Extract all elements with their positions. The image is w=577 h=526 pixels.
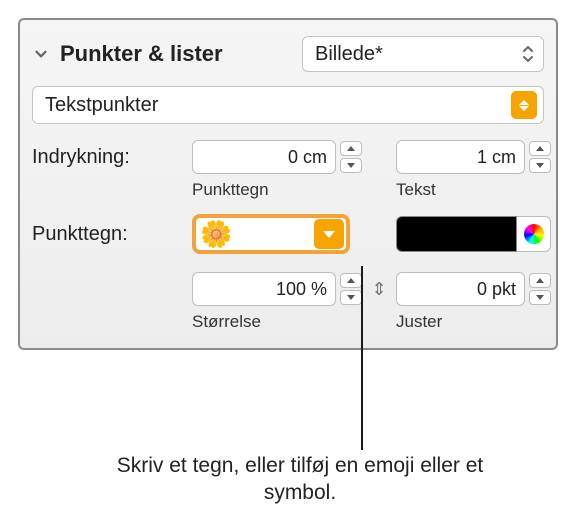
size-value[interactable]: 100 % (192, 272, 336, 306)
align-stepper[interactable]: 0 pkt (396, 272, 551, 306)
bullets-lists-panel: Punkter & lister Billede* Tekstpunkter I… (18, 18, 558, 350)
bullet-indent-sublabel: Punkttegn (192, 178, 362, 200)
indent-label: Indrykning: (32, 146, 184, 169)
stepper-up-button[interactable] (529, 141, 551, 156)
list-style-value: Billede* (315, 43, 383, 66)
text-indent-sublabel: Tekst (396, 178, 551, 200)
size-sublabel: Størrelse (192, 310, 362, 332)
size-stepper[interactable]: 100 % (192, 272, 362, 306)
bullet-color-well[interactable] (396, 216, 551, 252)
disclosure-chevron-icon[interactable] (32, 45, 50, 63)
stepper-down-button[interactable] (340, 158, 362, 173)
vertical-resize-icon: ⇕ (370, 279, 388, 300)
stepper-up-button[interactable] (340, 141, 362, 156)
text-indent-stepper[interactable]: 1 cm (396, 140, 551, 174)
stepper-down-button[interactable] (529, 290, 551, 305)
bullet-type-popup[interactable]: Tekstpunkter (32, 86, 544, 124)
stepper-up-button[interactable] (340, 273, 362, 288)
color-swatch[interactable] (396, 216, 517, 252)
callout-line (361, 266, 363, 450)
align-value[interactable]: 0 pkt (396, 272, 525, 306)
stepper-down-button[interactable] (340, 290, 362, 305)
bullet-indent-value[interactable]: 0 cm (192, 140, 336, 174)
stepper-down-button[interactable] (529, 158, 551, 173)
bullet-character-popup[interactable]: 🌼 (192, 214, 350, 254)
dropdown-arrow-icon (314, 219, 344, 249)
color-picker-button[interactable] (517, 216, 551, 252)
callout-caption: Skriv et tegn, eller tilføj en emoji ell… (110, 452, 490, 507)
popup-arrows-icon (511, 91, 537, 119)
color-wheel-icon (524, 224, 544, 244)
text-indent-value[interactable]: 1 cm (396, 140, 525, 174)
flower-icon: 🌼 (200, 221, 232, 247)
stepper-up-button[interactable] (529, 273, 551, 288)
chevron-up-down-icon (521, 45, 535, 63)
section-title: Punkter & lister (60, 41, 223, 67)
list-style-popup[interactable]: Billede* (302, 36, 544, 72)
section-header-row: Punkter & lister Billede* (32, 30, 544, 86)
bullet-char-label: Punkttegn: (32, 223, 184, 246)
bullet-indent-stepper[interactable]: 0 cm (192, 140, 362, 174)
align-sublabel: Juster (396, 310, 551, 332)
bullet-type-value: Tekstpunkter (45, 94, 158, 117)
